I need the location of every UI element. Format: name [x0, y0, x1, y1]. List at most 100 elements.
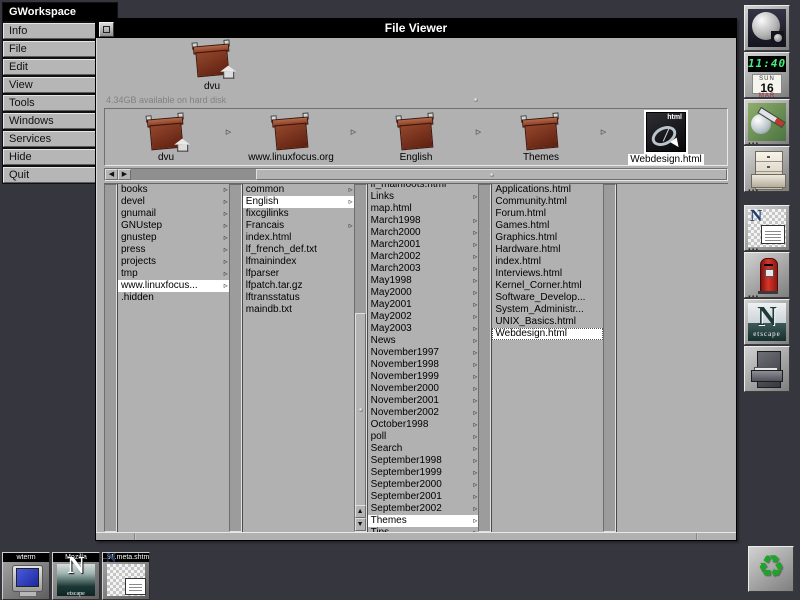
file-row-gnustep[interactable]: gnustep▹	[118, 232, 229, 244]
scroll-down-button[interactable]: ▼	[355, 518, 366, 531]
file-row-September2001[interactable]: September2001▹	[368, 491, 479, 503]
scroll-knob[interactable]	[355, 313, 366, 509]
shelf-item-Webdesign.html[interactable]: htmlWebdesign.html	[613, 112, 719, 165]
file-row-devel[interactable]: devel▹	[118, 196, 229, 208]
window-resize-bar[interactable]	[96, 532, 736, 540]
file-row-November1999[interactable]: November1999▹	[368, 371, 479, 383]
file-row-Graphics.html[interactable]: Graphics.html	[492, 232, 603, 244]
file-row-Kernel_Corner.html[interactable]: Kernel_Corner.html	[492, 280, 603, 292]
file-row-lfmainindex[interactable]: lfmainindex	[243, 256, 354, 268]
file-row-projects[interactable]: projects▹	[118, 256, 229, 268]
miniwindow-wterm[interactable]: wterm	[2, 552, 50, 600]
vertical-scrollbar[interactable]	[104, 184, 117, 532]
file-row-News[interactable]: News▹	[368, 335, 479, 347]
scrollbar-trough[interactable]	[131, 169, 727, 180]
miniwindow-html-doc[interactable]: ..91.meta.shtml N	[102, 552, 150, 600]
file-row-Webdesign.html[interactable]: Webdesign.html	[492, 328, 603, 340]
file-row-Francais[interactable]: Francais▹	[243, 220, 354, 232]
file-row-fixcgilinks[interactable]: fixcgilinks	[243, 208, 354, 220]
file-row-September2000[interactable]: September2000▹	[368, 479, 479, 491]
file-row-September1999[interactable]: September1999▹	[368, 467, 479, 479]
file-row-November2001[interactable]: November2001▹	[368, 395, 479, 407]
file-row-tmp[interactable]: tmp▹	[118, 268, 229, 280]
file-row-November2000[interactable]: November2000▹	[368, 383, 479, 395]
horizontal-scrollbar[interactable]: ◀ ▶	[104, 168, 728, 181]
file-row-Interviews.html[interactable]: Interviews.html	[492, 268, 603, 280]
file-row-lf_french_def.txt[interactable]: lf_french_def.txt	[243, 244, 354, 256]
file-row-lftransstatus[interactable]: lftransstatus	[243, 292, 354, 304]
file-row-System_Administr...[interactable]: System_Administr...	[492, 304, 603, 316]
dock-tile-netscape[interactable]: N etscape	[744, 299, 790, 345]
scroll-right-button[interactable]: ▶	[118, 169, 131, 180]
file-row-November1998[interactable]: November1998▹	[368, 359, 479, 371]
file-row-gnumail[interactable]: gnumail▹	[118, 208, 229, 220]
file-row-English[interactable]: English▹	[243, 196, 354, 208]
file-row-November1997[interactable]: November1997▹	[368, 347, 479, 359]
file-row-May2001[interactable]: May2001▹	[368, 299, 479, 311]
file-row-Forum.html[interactable]: Forum.html	[492, 208, 603, 220]
file-row-index.html[interactable]: index.html	[492, 256, 603, 268]
file-row-lf_mainfoots.html[interactable]: lf_mainfoots.html	[368, 184, 479, 191]
dock-tile-clock[interactable]: 11:40 SUN 16 MAR	[744, 52, 790, 98]
file-row-.hidden[interactable]: .hidden	[118, 292, 229, 304]
file-row-books[interactable]: books▹	[118, 184, 229, 196]
file-row-map.html[interactable]: map.html	[368, 203, 479, 215]
recycler-tile[interactable]: ♻	[748, 546, 794, 592]
dock-tile-file-cabinet[interactable]: ...	[744, 146, 790, 192]
file-row-Games.html[interactable]: Games.html	[492, 220, 603, 232]
file-row-September1998[interactable]: September1998▹	[368, 455, 479, 467]
scroll-up-button[interactable]: ▲	[355, 505, 366, 518]
file-row-Applications.html[interactable]: Applications.html	[492, 184, 603, 196]
file-row-maindb.txt[interactable]: maindb.txt	[243, 304, 354, 316]
file-row-May1998[interactable]: May1998▹	[368, 275, 479, 287]
vertical-scrollbar[interactable]	[478, 184, 491, 532]
scroll-left-button[interactable]: ◀	[105, 169, 118, 180]
file-row-lfparser[interactable]: lfparser	[243, 268, 354, 280]
file-row-Themes[interactable]: Themes▹	[368, 515, 479, 527]
file-row-poll[interactable]: poll▹	[368, 431, 479, 443]
shelf-item-Themes[interactable]: Themes	[488, 114, 594, 163]
file-row-UNIX_Basics.html[interactable]: UNIX_Basics.html	[492, 316, 603, 328]
file-name: fixcgilinks	[246, 208, 289, 219]
file-row-Search[interactable]: Search▹	[368, 443, 479, 455]
shelf-item-dvu[interactable]: dvu	[113, 114, 219, 163]
shelf-item-English[interactable]: English	[363, 114, 469, 163]
current-folder[interactable]: dvu	[184, 41, 240, 92]
file-row-press[interactable]: press▹	[118, 244, 229, 256]
file-row-index.html[interactable]: index.html	[243, 232, 354, 244]
window-titlebar[interactable]: File Viewer	[96, 19, 736, 38]
file-row-May2003[interactable]: May2003▹	[368, 323, 479, 335]
file-row-March1998[interactable]: March1998▹	[368, 215, 479, 227]
shelf-item-www.linuxfocus.org[interactable]: www.linuxfocus.org	[238, 114, 344, 163]
file-row-Hardware.html[interactable]: Hardware.html	[492, 244, 603, 256]
file-row-GNUstep[interactable]: GNUstep▹	[118, 220, 229, 232]
vertical-scrollbar[interactable]	[229, 184, 242, 532]
file-row-March2000[interactable]: March2000▹	[368, 227, 479, 239]
file-row-October1998[interactable]: October1998▹	[368, 419, 479, 431]
file-row-lfpatch.tar.gz[interactable]: lfpatch.tar.gz	[243, 280, 354, 292]
home-folder-icon	[145, 112, 188, 151]
file-row-Community.html[interactable]: Community.html	[492, 196, 603, 208]
dock-tile-gnustep-logo[interactable]	[744, 5, 790, 51]
file-row-www.linuxfocus...[interactable]: www.linuxfocus...▹	[118, 280, 229, 292]
file-row-Links[interactable]: Links▹	[368, 191, 479, 203]
vertical-scrollbar[interactable]	[603, 184, 616, 532]
dock-tile-paint-app[interactable]: ...	[744, 99, 790, 145]
miniaturize-button[interactable]	[99, 22, 114, 37]
file-row-March2001[interactable]: March2001▹	[368, 239, 479, 251]
miniwindow-mozilla[interactable]: Mozilla N etscape	[52, 552, 100, 600]
file-row-November2002[interactable]: November2002▹	[368, 407, 479, 419]
file-row-Software_Develop...[interactable]: Software_Develop...	[492, 292, 603, 304]
dock-tile-netscape-composer[interactable]: N ...	[744, 205, 790, 251]
file-row-March2002[interactable]: March2002▹	[368, 251, 479, 263]
scrollbar-knob[interactable]	[256, 169, 727, 180]
file-row-common[interactable]: common▹	[243, 184, 354, 196]
vertical-scrollbar[interactable]: ▲▼	[354, 184, 367, 532]
dock-tile-mail-postbox[interactable]: ...	[744, 252, 790, 298]
file-row-March2003[interactable]: March2003▹	[368, 263, 479, 275]
file-row-May2002[interactable]: May2002▹	[368, 311, 479, 323]
file-row-September2002[interactable]: September2002▹	[368, 503, 479, 515]
dock-tile-archive-cabinet[interactable]	[744, 346, 790, 392]
shelf-resize-dimple[interactable]	[474, 98, 478, 102]
file-row-May2000[interactable]: May2000▹	[368, 287, 479, 299]
